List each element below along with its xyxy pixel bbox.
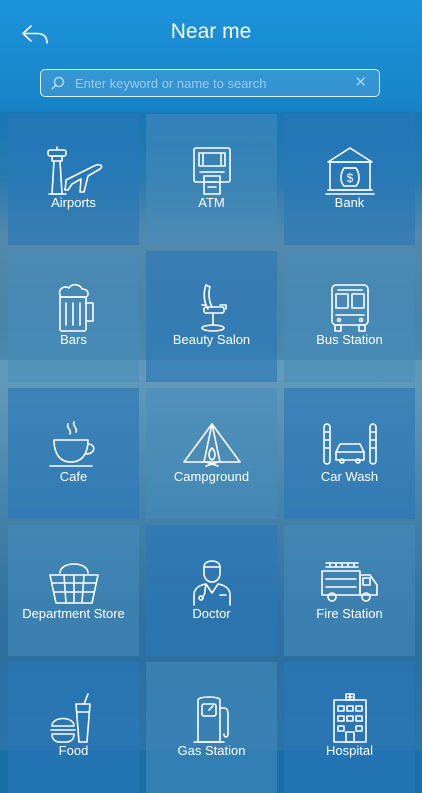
category-atm[interactable]: ATM (146, 114, 277, 245)
category-doctor[interactable]: Doctor (146, 525, 277, 656)
category-cafe[interactable]: Cafe (8, 388, 139, 519)
category-grid: Airports ATM $ Bank Bars Beauty Salon Bu… (8, 114, 415, 793)
category-food[interactable]: Food (8, 662, 139, 793)
category-label: Bus Station (316, 332, 383, 347)
fire-truck-icon (320, 562, 378, 602)
search-input[interactable] (75, 73, 345, 93)
category-label: Gas Station (177, 743, 246, 758)
category-beauty-salon[interactable]: Beauty Salon (146, 251, 277, 382)
category-bars[interactable]: Bars (8, 251, 139, 382)
category-hospital[interactable]: Hospital (284, 662, 415, 793)
category-label: Campground (173, 469, 250, 484)
page-title: Near me (170, 20, 252, 43)
search-bar[interactable]: ✕ (40, 69, 380, 97)
category-bus-station[interactable]: Bus Station (284, 251, 415, 382)
atm-icon (192, 147, 231, 195)
fast-food-icon (49, 693, 91, 743)
category-label: Bars (60, 332, 87, 347)
category-bank[interactable]: $ Bank (284, 114, 415, 245)
tent-icon (182, 423, 241, 467)
category-label: Bank (334, 195, 365, 210)
svg-text:$: $ (346, 171, 353, 185)
car-wash-icon (322, 423, 377, 465)
category-label: Food (58, 743, 89, 758)
category-label: Department Store (22, 606, 125, 621)
category-airports[interactable]: Airports (8, 114, 139, 245)
hospital-icon (332, 693, 367, 743)
category-car-wash[interactable]: Car Wash (284, 388, 415, 519)
beer-mug-icon (58, 283, 94, 332)
airport-icon (46, 146, 102, 195)
category-label: ATM (198, 195, 225, 210)
salon-chair-icon (200, 284, 227, 332)
shopping-basket-icon (48, 563, 99, 604)
category-label: Hospital (326, 743, 373, 758)
doctor-icon (192, 560, 231, 606)
clear-icon[interactable]: ✕ (354, 74, 367, 92)
category-label: Airports (51, 195, 96, 210)
category-gas-station[interactable]: Gas Station (146, 662, 277, 793)
category-fire-station[interactable]: Fire Station (284, 525, 415, 656)
category-campground[interactable]: Campground (146, 388, 277, 519)
category-label: Doctor (192, 606, 231, 621)
bank-icon: $ (324, 147, 375, 195)
search-icon (51, 76, 65, 90)
category-label: Cafe (59, 469, 88, 484)
category-label: Fire Station (316, 606, 383, 621)
gas-pump-icon (192, 696, 229, 743)
category-label: Car Wash (320, 469, 379, 484)
bus-icon (330, 284, 369, 332)
coffee-cup-icon (48, 421, 95, 467)
category-label: Beauty Salon (172, 332, 251, 347)
header-bar: Near me ✕ (0, 0, 422, 112)
category-department-store[interactable]: Department Store (8, 525, 139, 656)
